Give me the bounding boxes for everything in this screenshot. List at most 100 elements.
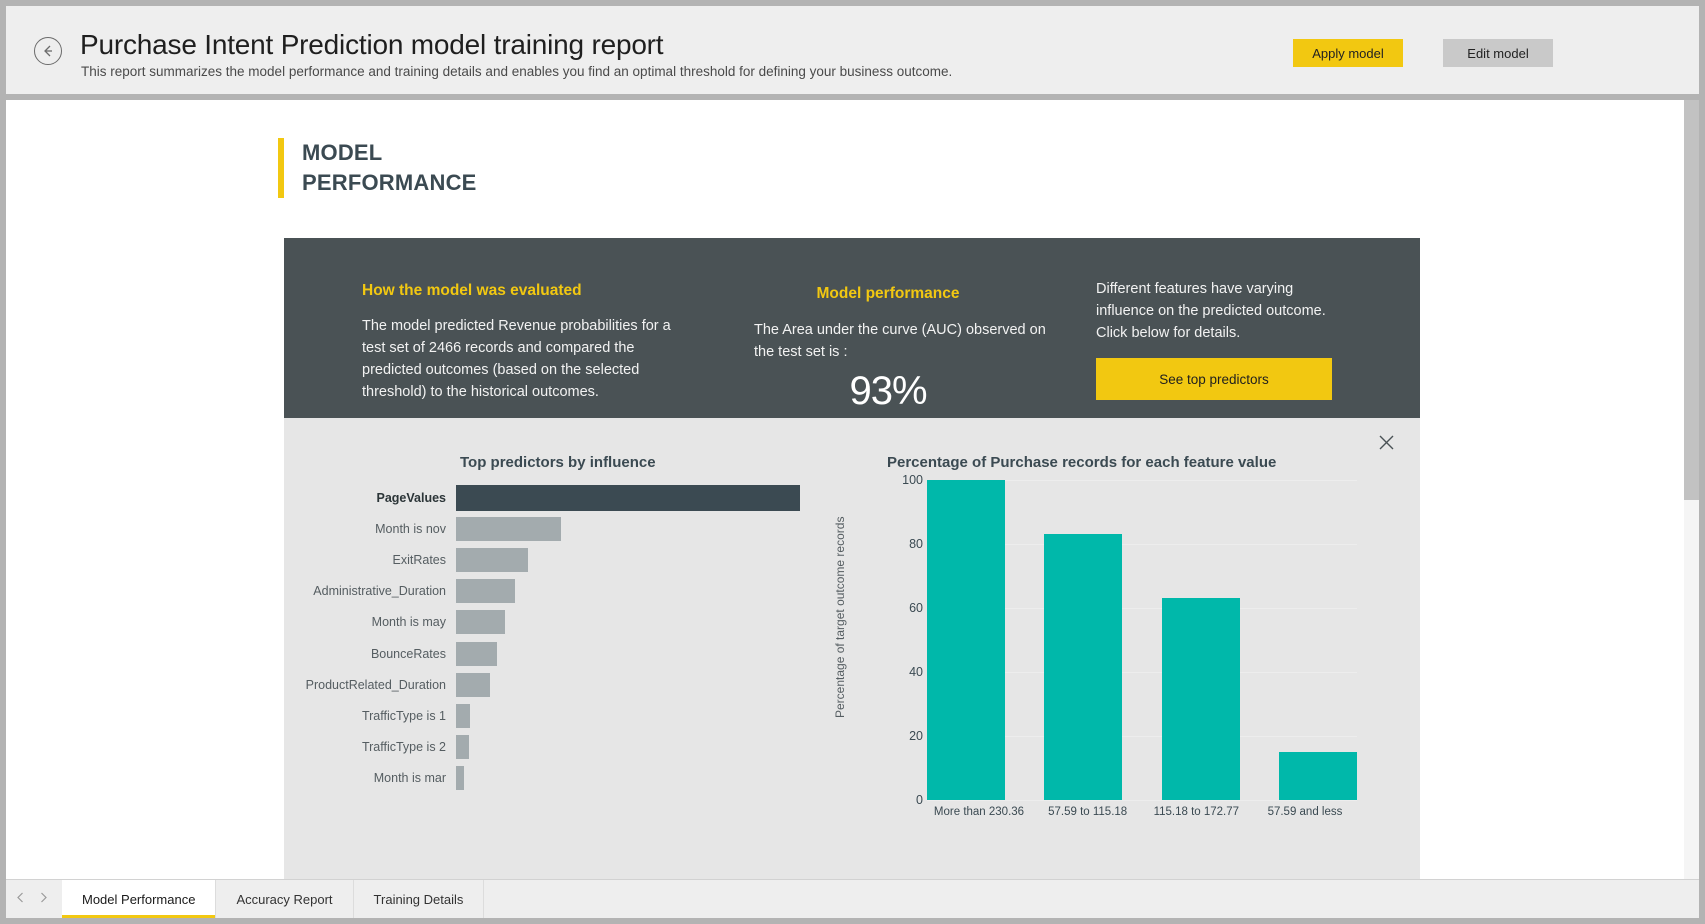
predictor-label: Month is may [284, 615, 456, 629]
tab-model-performance[interactable]: Model Performance [62, 880, 216, 918]
y-axis-tick: 80 [875, 537, 923, 551]
performance-heading: Model performance [754, 285, 1022, 303]
report-canvas: MODEL PERFORMANCE How the model was eval… [6, 100, 1684, 879]
predictor-row[interactable]: TrafficType is 2 [284, 732, 844, 763]
evaluation-column: How the model was evaluated The model pr… [362, 282, 682, 403]
feature-value-column [1044, 480, 1122, 800]
predictors-column: Different features have varying influenc… [1096, 278, 1346, 400]
predictor-label: BounceRates [284, 647, 456, 661]
evaluation-body: The model predicted Revenue probabilitie… [362, 315, 682, 403]
tab-training-details[interactable]: Training Details [354, 880, 485, 918]
back-button[interactable] [34, 37, 62, 65]
predictor-label: TrafficType is 1 [284, 709, 456, 723]
predictor-bar[interactable] [456, 579, 515, 603]
predictors-body: Different features have varying influenc… [1096, 278, 1346, 344]
performance-column: Model performance The Area under the cur… [754, 285, 1054, 414]
gridline [927, 800, 1357, 801]
see-top-predictors-button[interactable]: See top predictors [1096, 358, 1332, 400]
feature-value-column [1162, 480, 1240, 800]
section-accent-bar [278, 138, 284, 198]
predictor-row[interactable]: PageValues [284, 482, 844, 513]
feature-value-bar[interactable] [1279, 752, 1357, 800]
predictor-bar-track [456, 544, 844, 575]
feature-value-y-axis-label: Percentage of target outcome records [833, 517, 847, 718]
predictor-bar[interactable] [456, 517, 561, 541]
tab-bar: Model PerformanceAccuracy ReportTraining… [6, 879, 1699, 918]
predictor-bar-track [456, 700, 844, 731]
predictor-row[interactable]: BounceRates [284, 638, 844, 669]
feature-value-column [927, 480, 1005, 800]
section-header: MODEL PERFORMANCE [278, 138, 477, 198]
predictor-row[interactable]: Month is nov [284, 513, 844, 544]
report-header: Purchase Intent Prediction model trainin… [6, 6, 1699, 94]
x-axis-label: 57.59 and less [1253, 806, 1357, 818]
feature-value-bar[interactable] [1162, 598, 1240, 800]
model-summary-panel: How the model was evaluated The model pr… [284, 238, 1420, 418]
predictor-label: Administrative_Duration [284, 584, 456, 598]
tab-nav-arrows [6, 880, 62, 918]
predictor-bar[interactable] [456, 642, 497, 666]
y-axis-tick: 40 [875, 665, 923, 679]
predictor-bar-track [456, 638, 844, 669]
predictor-bar[interactable] [456, 673, 490, 697]
predictor-row[interactable]: TrafficType is 1 [284, 700, 844, 731]
predictor-label: ExitRates [284, 553, 456, 567]
x-axis-label: 115.18 to 172.77 [1144, 806, 1248, 818]
back-arrow-icon [40, 43, 56, 59]
predictor-bar[interactable] [456, 610, 505, 634]
feature-value-x-labels: More than 230.36 57.59 to 115.18 115.18 to… [927, 806, 1357, 818]
predictor-row[interactable]: Month is may [284, 607, 844, 638]
predictor-bar[interactable] [456, 704, 470, 728]
tab-accuracy-report[interactable]: Accuracy Report [216, 880, 353, 918]
predictor-bar[interactable] [456, 548, 528, 572]
y-axis-tick: 60 [875, 601, 923, 615]
feature-value-bar[interactable] [927, 480, 1005, 800]
feature-value-plot-area [927, 480, 1357, 800]
apply-model-button[interactable]: Apply model [1293, 39, 1403, 67]
predictor-label: Month is nov [284, 522, 456, 536]
predictor-bar-track [456, 763, 844, 794]
predictor-bar[interactable] [456, 735, 469, 759]
feature-value-y-ticks: 100806040200 [875, 480, 923, 800]
vertical-scrollbar-thumb[interactable] [1684, 100, 1699, 500]
top-predictors-chart-title: Top predictors by influence [460, 454, 656, 471]
feature-value-column [1279, 480, 1357, 800]
predictor-label: TrafficType is 2 [284, 740, 456, 754]
y-axis-tick: 0 [875, 793, 923, 807]
predictor-bar-track [456, 576, 844, 607]
tab-list: Model PerformanceAccuracy ReportTraining… [62, 880, 484, 918]
predictor-row[interactable]: Month is mar [284, 763, 844, 794]
predictor-row[interactable]: ProductRelated_Duration [284, 669, 844, 700]
feature-value-chart-title: Percentage of Purchase records for each … [887, 454, 1276, 471]
top-predictors-chart: Top predictors by influence PageValues Mo… [284, 418, 844, 879]
x-axis-label: 57.59 to 115.18 [1036, 806, 1140, 818]
predictor-bar-track [456, 669, 844, 700]
performance-body: The Area under the curve (AUC) observed … [754, 319, 1054, 363]
x-axis-label: More than 230.36 [927, 806, 1031, 818]
predictor-bar[interactable] [456, 766, 464, 790]
chevron-right-icon[interactable] [39, 890, 48, 908]
vertical-scrollbar[interactable] [1684, 100, 1699, 879]
page-title: Purchase Intent Prediction model trainin… [80, 29, 663, 61]
evaluation-heading: How the model was evaluated [362, 282, 682, 300]
predictor-row[interactable]: Administrative_Duration [284, 576, 844, 607]
y-axis-tick: 100 [875, 473, 923, 487]
edit-model-button[interactable]: Edit model [1443, 39, 1553, 67]
predictor-row[interactable]: ExitRates [284, 544, 844, 575]
auc-value: 93% [754, 369, 1022, 414]
predictor-bar[interactable] [456, 485, 800, 511]
charts-panel: Top predictors by influence PageValues Mo… [284, 418, 1420, 879]
page-subtitle: This report summarizes the model perform… [81, 64, 952, 79]
predictor-label: PageValues [284, 491, 456, 505]
section-title: MODEL PERFORMANCE [302, 138, 477, 198]
feature-value-bars [927, 480, 1357, 800]
feature-value-bar[interactable] [1044, 534, 1122, 800]
predictor-label: Month is mar [284, 771, 456, 785]
top-predictors-bars: PageValues Month is nov ExitRates Administr… [284, 482, 844, 794]
chevron-left-icon[interactable] [16, 890, 25, 908]
predictor-label: ProductRelated_Duration [284, 678, 456, 692]
predictor-bar-track [456, 607, 844, 638]
predictor-bar-track [456, 513, 844, 544]
report-window: Purchase Intent Prediction model trainin… [0, 0, 1705, 924]
predictor-bar-track [456, 482, 844, 513]
